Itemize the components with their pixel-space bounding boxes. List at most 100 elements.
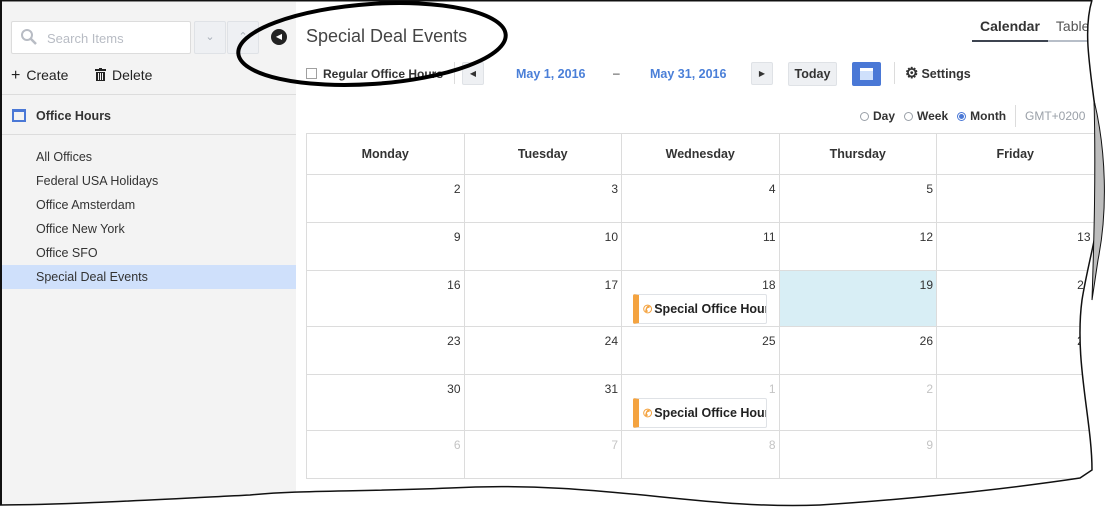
day-cell[interactable]: 7	[464, 431, 622, 479]
day-cell[interactable]: 16	[307, 271, 465, 327]
day-number: 30	[447, 382, 461, 396]
day-cell[interactable]: 24	[464, 327, 622, 375]
day-cell[interactable]: 8	[622, 431, 780, 479]
week-row: 16 17 18 ✆ Special Office Hours 19 20	[307, 271, 1106, 327]
phone-icon: ✆	[643, 304, 653, 316]
day-cell[interactable]: 30	[307, 375, 465, 431]
day-cell[interactable]: 9	[307, 223, 465, 271]
tab-table[interactable]: Table	[1047, 18, 1098, 42]
day-cell[interactable]	[937, 175, 1095, 223]
settings-label: Settings	[921, 67, 971, 81]
day-number: 9	[926, 438, 933, 452]
weekday-header: Wednesday	[622, 134, 780, 175]
day-cell[interactable]: 4	[622, 175, 780, 223]
trash-icon	[95, 68, 106, 81]
radio-selected-icon	[957, 111, 967, 121]
next-result-button[interactable]: ⌄	[194, 21, 226, 54]
search-input[interactable]: Search Items	[11, 21, 191, 54]
list-item[interactable]: Office SFO	[2, 241, 296, 265]
plus-icon: +	[11, 67, 21, 84]
end-date-link[interactable]: May 31, 2016	[650, 67, 726, 81]
phone-icon: ✆	[643, 408, 653, 420]
list-item[interactable]: Office Amsterdam	[2, 193, 296, 217]
settings-button[interactable]: ⚙ Settings	[905, 64, 971, 82]
today-button[interactable]: Today	[788, 62, 837, 86]
day-cell[interactable]	[937, 375, 1095, 431]
weekday-header: Monday	[307, 134, 465, 175]
regular-office-hours-checkbox[interactable]	[306, 68, 317, 79]
day-number: 11	[763, 230, 776, 244]
day-cell[interactable]: 11	[622, 223, 780, 271]
view-month-radio[interactable]: Month	[957, 109, 1006, 123]
day-cell[interactable]: 9	[779, 431, 937, 479]
day-cell[interactable]: 2	[307, 175, 465, 223]
day-number: 16	[447, 278, 461, 292]
day-cell[interactable]: 2	[779, 375, 937, 431]
day-number: 8	[768, 438, 776, 452]
list-item-selected[interactable]: Special Deal Events	[2, 265, 296, 289]
day-number: 26	[919, 334, 933, 348]
timezone-label: GMT+0200	[1025, 109, 1086, 123]
view-week-radio[interactable]: Week	[904, 109, 948, 123]
day-cell[interactable]: 18 ✆ Special Office Hours	[622, 271, 780, 327]
day-number: 31	[604, 382, 618, 396]
calendar-event[interactable]: ✆ Special Office Hours	[633, 398, 767, 428]
day-cell[interactable]: 27	[937, 327, 1095, 375]
day-number: 5	[926, 182, 933, 196]
calendar-event[interactable]: ✆ Special Office Hours	[633, 294, 767, 324]
day-cell[interactable]: 6	[307, 431, 465, 479]
day-number: 27	[1077, 334, 1091, 348]
previous-period-button[interactable]: ◀	[462, 62, 484, 85]
day-cell[interactable]: 26	[779, 327, 937, 375]
divider	[2, 134, 296, 135]
start-date-link[interactable]: May 1, 2016	[516, 67, 586, 81]
list-item[interactable]: Federal USA Holidays	[2, 169, 296, 193]
day-cell-today[interactable]: 19	[779, 271, 937, 327]
section-office-hours[interactable]: Office Hours	[2, 98, 296, 136]
week-row: 23 24 25 26 27	[307, 327, 1106, 375]
list-item[interactable]: Office New York	[2, 217, 296, 241]
day-cell[interactable]: 5	[779, 175, 937, 223]
day-number: 3	[611, 182, 618, 196]
day-cell[interactable]: 31	[464, 375, 622, 431]
section-title: Office Hours	[36, 109, 112, 123]
day-number: 6	[453, 438, 461, 452]
day-cell[interactable]: 1 ✆ Special Office Hours	[622, 375, 780, 431]
day-number: 19	[919, 278, 933, 292]
day-number: 9	[453, 230, 461, 244]
day-cell[interactable]: 13	[937, 223, 1095, 271]
previous-result-button[interactable]: ⌃	[227, 21, 259, 54]
day-cell[interactable]: 25	[622, 327, 780, 375]
collapse-sidebar-button[interactable]: ◀	[271, 29, 287, 45]
view-mode-radio-group: Day Week Month	[860, 109, 1015, 123]
day-number: 10	[604, 230, 618, 244]
search-placeholder: Search Items	[47, 31, 124, 46]
day-number: 12	[919, 230, 933, 244]
next-period-button[interactable]: ▶	[751, 62, 773, 85]
day-cell[interactable]: 12	[779, 223, 937, 271]
radio-label: Week	[917, 109, 949, 123]
calendar-icon	[12, 109, 26, 122]
weekday-header: Tuesday	[464, 134, 622, 175]
gear-icon: ⚙	[905, 65, 919, 82]
tab-calendar[interactable]: Calendar	[972, 18, 1048, 42]
day-cell[interactable]: 10	[464, 223, 622, 271]
event-title: Special Office Hours	[654, 302, 767, 316]
view-day-radio[interactable]: Day	[860, 109, 895, 123]
checkbox-label: Regular Office Hours	[323, 67, 444, 81]
delete-button[interactable]: Delete	[95, 67, 152, 83]
day-cell[interactable]: 3	[464, 175, 622, 223]
day-cell[interactable]: 23	[307, 327, 465, 375]
week-row: 9 10 11 12 13	[307, 223, 1106, 271]
day-number: 2	[926, 382, 933, 396]
day-cell[interactable]: 20	[937, 271, 1095, 327]
date-range-dash: –	[613, 66, 620, 80]
toolbar: Regular Office Hours ◀ May 1, 2016 – May…	[306, 62, 1106, 86]
day-cell[interactable]: 17	[464, 271, 622, 327]
date-picker-button[interactable]	[852, 62, 881, 86]
create-button[interactable]: + Create	[11, 67, 68, 85]
list-item[interactable]: All Offices	[2, 145, 296, 169]
radio-icon	[860, 111, 869, 121]
day-cell[interactable]	[937, 431, 1095, 479]
day-number: 23	[447, 334, 461, 348]
